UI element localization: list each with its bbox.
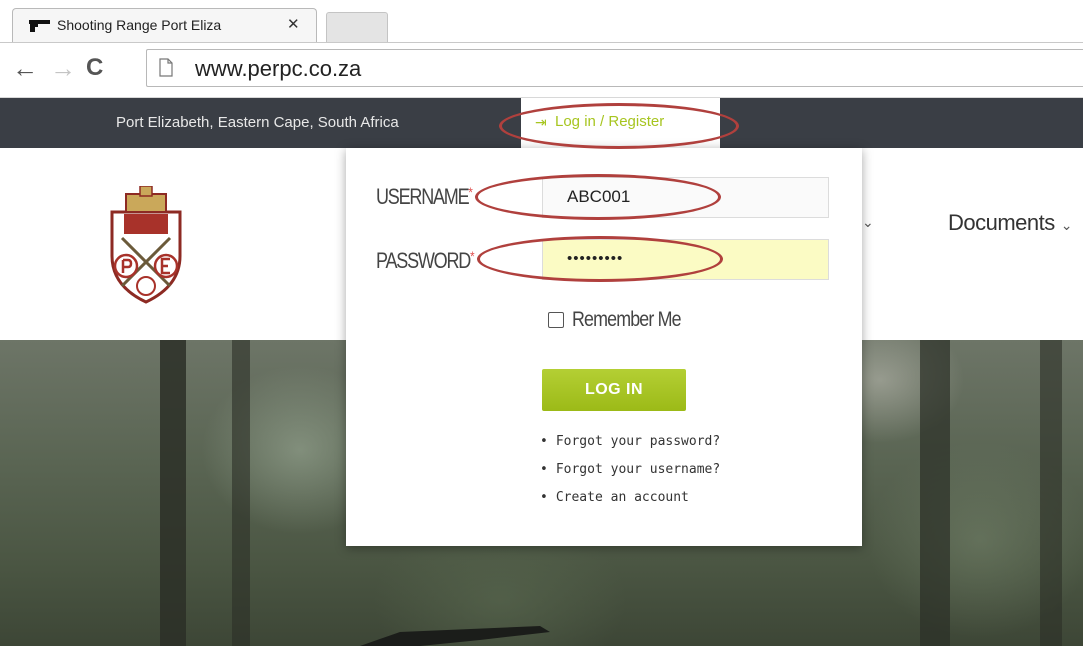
- login-register-label: Log in / Register: [555, 113, 665, 130]
- address-bar[interactable]: www.perpc.co.za: [146, 49, 1083, 87]
- login-button[interactable]: LOG IN: [542, 369, 686, 411]
- remember-me-checkbox[interactable]: [548, 312, 564, 328]
- tab-title: Shooting Range Port Eliza: [57, 17, 222, 33]
- site-top-bar: Port Elizabeth, Eastern Cape, South Afri…: [0, 98, 1083, 148]
- nav-documents[interactable]: Documents ⌄: [948, 210, 1073, 236]
- nav-documents-label: Documents: [948, 210, 1055, 235]
- gun-icon: [29, 20, 50, 32]
- club-crest-logo[interactable]: [104, 186, 188, 306]
- new-tab-button[interactable]: [326, 12, 388, 42]
- forgot-username-link[interactable]: • Forgot your username?: [540, 456, 720, 484]
- browser-tab-active[interactable]: Shooting Range Port Eliza ✕: [12, 8, 317, 42]
- chevron-down-icon: ⌄: [1060, 217, 1073, 233]
- close-icon[interactable]: ✕: [287, 15, 300, 33]
- chevron-down-icon[interactable]: ⌄: [862, 214, 874, 231]
- address-bar-url: www.perpc.co.za: [195, 56, 362, 81]
- page-icon: [159, 58, 173, 77]
- password-label: PASSWORD*: [376, 248, 475, 273]
- remember-me[interactable]: Remember Me: [548, 308, 700, 332]
- username-label: USERNAME*: [376, 184, 473, 209]
- remember-me-label: Remember Me: [572, 308, 682, 331]
- browser-toolbar: ← → C www.perpc.co.za: [0, 43, 1083, 98]
- tree-trunk: [160, 340, 186, 646]
- login-register-link[interactable]: ⇥ Log in / Register: [521, 98, 720, 148]
- create-account-link[interactable]: • Create an account: [540, 484, 720, 512]
- rifle-shape: [360, 626, 550, 646]
- browser-tab-bar: Shooting Range Port Eliza ✕: [0, 0, 1083, 43]
- forgot-password-link[interactable]: • Forgot your password?: [540, 428, 720, 456]
- required-marker: *: [470, 248, 475, 264]
- account-links: • Forgot your password? • Forgot your user…: [540, 428, 720, 512]
- required-marker: *: [468, 184, 473, 200]
- username-input[interactable]: ABC001: [542, 177, 829, 218]
- login-dropdown: USERNAME* ABC001 PASSWORD* ••••••••• Rem…: [346, 148, 862, 546]
- tree-trunk: [920, 340, 950, 646]
- back-arrow-icon[interactable]: ←: [12, 53, 38, 83]
- sign-in-icon: ⇥: [535, 114, 547, 130]
- tree-trunk: [1040, 340, 1062, 646]
- reload-icon[interactable]: C: [86, 53, 103, 83]
- password-input[interactable]: •••••••••: [542, 239, 829, 280]
- tree-trunk: [232, 340, 250, 646]
- location-text: Port Elizabeth, Eastern Cape, South Afri…: [116, 114, 399, 131]
- forward-arrow-icon[interactable]: →: [50, 53, 76, 83]
